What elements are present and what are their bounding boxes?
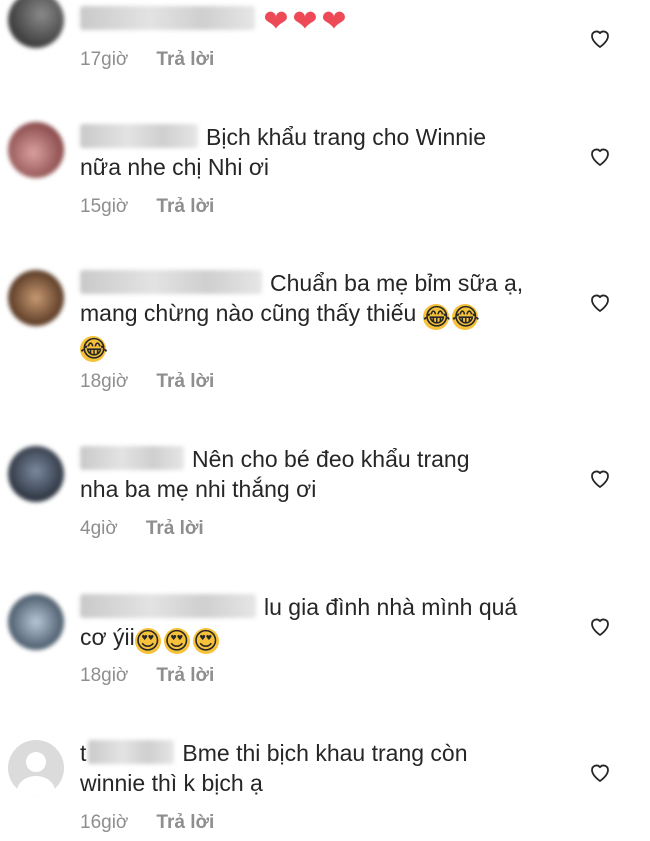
comment-text: t Bme thi bịch khau trang còn winnie thì …: [80, 738, 560, 798]
reply-button[interactable]: Trả lời: [146, 517, 204, 541]
avatar-head: [26, 752, 46, 772]
avatar[interactable]: [8, 446, 64, 502]
username-initial[interactable]: t: [80, 740, 86, 766]
username-blurred[interactable]: [80, 6, 255, 30]
avatar-shoulders: [17, 776, 55, 796]
heart-eyes-icon: 😍: [192, 627, 219, 655]
reply-button[interactable]: Trả lời: [156, 48, 214, 72]
avatar[interactable]: [8, 122, 64, 178]
comment-time: 16giờ: [80, 812, 129, 833]
heart-eyes-icon: 😍: [134, 627, 161, 655]
heart-outline-icon[interactable]: [588, 614, 612, 638]
comment-text: Bịch khẩu trang cho Winnie nữa nhe chị N…: [80, 122, 560, 182]
red-heart-icon: ❤: [292, 4, 318, 39]
comment-text: lu gia đình nhà mình quá cơ ýii😍 😍 😍: [80, 592, 560, 654]
reply-button[interactable]: Trả lời: [156, 195, 214, 219]
comment-time: 18giờ: [80, 665, 129, 686]
avatar[interactable]: [8, 270, 64, 326]
comment-text: Chuẩn ba mẹ bỉm sữa ạ, mang chừng nào cũ…: [80, 268, 560, 362]
username-blurred[interactable]: [80, 270, 262, 294]
comment-time: 18giờ: [80, 371, 129, 392]
red-heart-icon: ❤: [321, 4, 347, 39]
heart-outline-icon[interactable]: [588, 144, 612, 168]
avatar[interactable]: [8, 0, 64, 48]
comment-meta: 16giờ Trả lời: [80, 811, 214, 835]
comment-meta: 15giờ Trả lời: [80, 195, 214, 219]
comment-time: 17giờ: [80, 49, 129, 70]
face-with-tears-of-joy-icon: 😂: [80, 335, 109, 363]
heart-outline-icon[interactable]: [588, 26, 612, 50]
face-with-tears-of-joy-icon: 😂: [422, 303, 451, 331]
heart-eyes-icon: 😍: [163, 627, 190, 655]
red-heart-icon: ❤: [263, 4, 289, 39]
comment-meta: 17giờ Trả lời: [80, 48, 214, 72]
heart-outline-icon[interactable]: [588, 290, 612, 314]
comment-time: 4giờ: [80, 518, 118, 539]
comment-meta: 18giờ Trả lời: [80, 664, 214, 688]
username-blurred[interactable]: [80, 124, 198, 148]
avatar[interactable]: [8, 594, 64, 650]
default-avatar-icon[interactable]: [8, 740, 64, 796]
heart-outline-icon[interactable]: [588, 466, 612, 490]
reply-button[interactable]: Trả lời: [156, 664, 214, 688]
comment-meta: 4giờ Trả lời: [80, 517, 204, 541]
face-with-tears-of-joy-icon: 😂: [451, 303, 480, 331]
username-blurred[interactable]: [80, 446, 184, 470]
username-blurred[interactable]: [80, 594, 256, 618]
username-blurred[interactable]: [88, 740, 175, 764]
comment-text: ❤ ❤ ❤: [80, 4, 560, 39]
comment-time: 15giờ: [80, 196, 129, 217]
reply-button[interactable]: Trả lời: [156, 811, 214, 835]
comment-text: Nên cho bé đeo khẩu trang nha ba mẹ nhi …: [80, 444, 560, 504]
heart-outline-icon[interactable]: [588, 760, 612, 784]
comment-meta: 18giờ Trả lời: [80, 370, 214, 394]
reply-button[interactable]: Trả lời: [156, 370, 214, 394]
